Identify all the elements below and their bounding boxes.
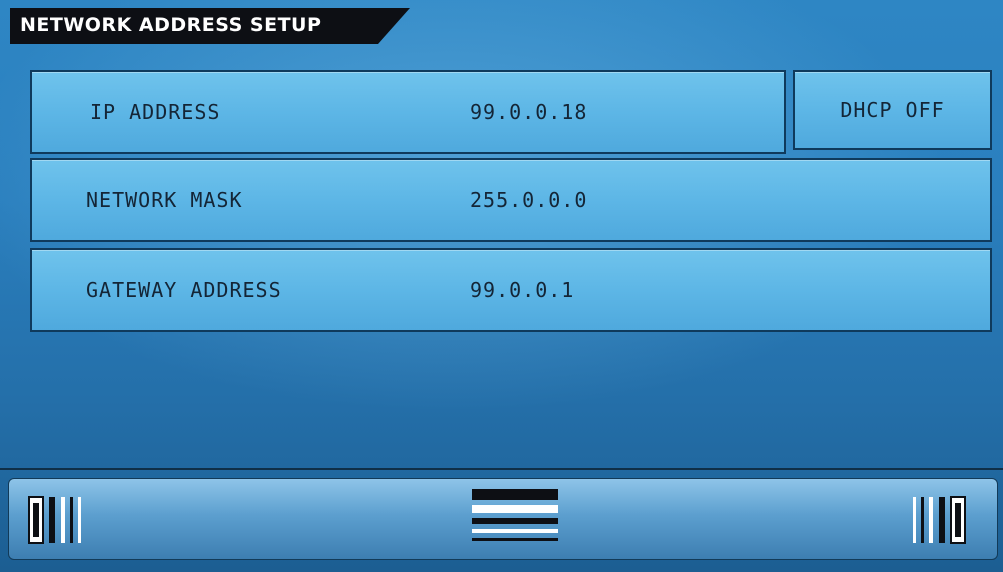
ip-address-value: 99.0.0.18 <box>470 100 588 124</box>
gateway-address-field[interactable]: GATEWAY ADDRESS 99.0.0.1 <box>30 248 992 332</box>
network-mask-label: NETWORK MASK <box>86 188 243 212</box>
gateway-address-label: GATEWAY ADDRESS <box>86 278 282 302</box>
ip-address-field[interactable]: IP ADDRESS 99.0.0.18 <box>30 70 786 154</box>
next-page-button[interactable] <box>899 479 989 559</box>
page-title: NETWORK ADDRESS SETUP <box>20 14 322 36</box>
gateway-address-value: 99.0.0.1 <box>470 278 575 302</box>
dhcp-toggle-button[interactable]: DHCP OFF <box>793 70 992 150</box>
previous-page-button[interactable] <box>21 479 111 559</box>
menu-button[interactable] <box>464 479 564 559</box>
ip-address-label: IP ADDRESS <box>90 100 221 124</box>
network-address-setup-screen: NETWORK ADDRESS SETUP IP ADDRESS 99.0.0.… <box>0 0 1003 572</box>
network-mask-value: 255.0.0.0 <box>470 188 588 212</box>
network-mask-field[interactable]: NETWORK MASK 255.0.0.0 <box>30 158 992 242</box>
bottom-navigation-bar <box>8 478 998 560</box>
divider <box>0 468 1003 470</box>
